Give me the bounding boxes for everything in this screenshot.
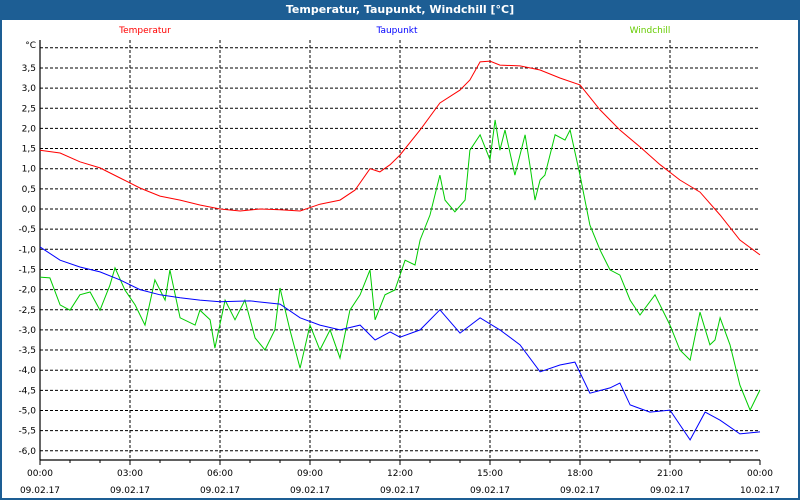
y-tick-label: -4,0 [18,366,36,376]
y-tick-label: -4,5 [18,386,36,396]
chart: 3,5 3,0 2,5 2,0 1,5 1,0 0,5 0,0 -0,5 -1,0 -1,5 -2,0… [18,26,780,496]
y-axis-unit: °C [25,41,36,51]
y-tick-label: -1,5 [18,265,36,275]
x-tick-time: 03:00 [117,469,143,479]
y-tick-label: 3,5 [22,64,36,74]
x-tick-date: 09.02.17 [380,486,420,496]
x-tick-time: 06:00 [207,469,233,479]
y-tick-label: 0,5 [22,185,36,195]
y-tick-label: -3,5 [18,346,36,356]
x-tick-date: 09.02.17 [200,486,240,496]
x-tick-date: 09.02.17 [470,486,510,496]
legend-temperatur: Temperatur [118,26,171,36]
x-tick-date: 10.02.17 [740,486,780,496]
x-tick-time: 15:00 [477,469,503,479]
x-tick-time: 18:00 [567,469,593,479]
x-tick-time: 12:00 [387,469,413,479]
legend-taupunkt: Taupunkt [375,26,418,36]
y-tick-label: -0,5 [18,225,36,235]
x-tick-date: 09.02.17 [20,486,60,496]
x-tick-time: 21:00 [657,469,683,479]
x-tick-date: 09.02.17 [290,486,330,496]
x-tick-time: 00:00 [27,469,53,479]
y-tick-label: 0,0 [22,205,37,215]
x-tick-time: 09:00 [297,469,323,479]
y-tick-label: -6,0 [18,447,36,457]
y-tick-label: 3,0 [22,84,37,94]
x-tick-date: 09.02.17 [560,486,600,496]
y-tick-label: -1,0 [18,245,36,255]
y-tick-label: -2,0 [18,286,36,296]
chart-window: Temperatur, Taupunkt, Windchill [°C] 3,5… [0,0,800,500]
x-tick-date: 09.02.17 [110,486,150,496]
legend-windchill: Windchill [630,26,671,36]
y-tick-label: -2,5 [18,306,36,316]
y-tick-label: 1,0 [22,165,37,175]
x-tick-time: 00:00 [747,469,773,479]
x-tick-date: 09.02.17 [650,486,690,496]
y-tick-label: 1,5 [22,145,36,155]
y-tick-label: -5,5 [18,427,36,437]
y-tick-label: -5,0 [18,407,36,417]
y-tick-label: 2,0 [22,124,37,134]
y-tick-label: 2,5 [22,104,36,114]
y-tick-label: -3,0 [18,326,36,336]
